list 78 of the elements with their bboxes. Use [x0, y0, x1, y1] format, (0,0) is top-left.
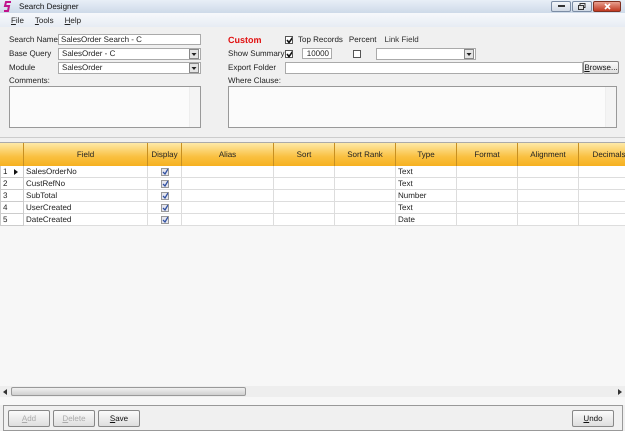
- checkbox[interactable]: [160, 180, 168, 188]
- menu-item[interactable]: Help: [64, 16, 82, 24]
- action-button[interactable]: Save: [98, 410, 140, 427]
- close-icon: [604, 3, 610, 10]
- column-header[interactable]: Field: [24, 143, 148, 166]
- minimize-button[interactable]: [551, 1, 571, 12]
- minimize-icon: [558, 5, 564, 8]
- field-label: Comments:: [9, 76, 51, 85]
- checkbox-label: Show Summary: [228, 49, 285, 58]
- column-header[interactable]: Sort Rank: [335, 143, 396, 166]
- field-label: Module: [9, 63, 36, 72]
- top-records-field[interactable]: 10000: [302, 48, 332, 59]
- column-header[interactable]: Type: [396, 143, 457, 166]
- field-label: Where Clause:: [228, 76, 282, 85]
- checkbox[interactable]: [160, 204, 168, 212]
- checkbox[interactable]: [285, 36, 293, 44]
- column-header[interactable]: Display: [148, 143, 182, 166]
- menu-item[interactable]: Tools: [34, 16, 54, 24]
- checkbox[interactable]: [160, 192, 168, 200]
- checkbox[interactable]: [160, 168, 168, 176]
- column-header[interactable]: Decimals: [579, 143, 625, 166]
- table-cell: UserCreated: [24, 202, 148, 214]
- table-cell: SalesOrderNo: [24, 166, 148, 178]
- base-query-dropdown[interactable]: SalesOrder - C: [58, 48, 201, 60]
- row-header[interactable]: 5: [0, 214, 24, 226]
- row-number: 5: [3, 215, 8, 224]
- comments-field[interactable]: [9, 86, 201, 128]
- checkbox-label: Percent: [348, 35, 376, 44]
- row-number: 2: [3, 179, 8, 188]
- link-field-dropdown[interactable]: [376, 48, 476, 60]
- undo-button[interactable]: Undo: [572, 410, 614, 427]
- column-header[interactable]: Alias: [182, 143, 274, 166]
- column-header[interactable]: Format: [457, 143, 518, 166]
- current-row-icon: [14, 168, 18, 174]
- row-number: 4: [3, 203, 8, 212]
- restore-icon: [578, 3, 586, 10]
- table-cell: Number: [396, 190, 457, 202]
- row-header[interactable]: 4: [0, 202, 24, 214]
- checkbox[interactable]: [285, 50, 293, 58]
- search-name-field[interactable]: SalesOrder Search - C: [58, 34, 201, 45]
- app-logo-icon: [3, 1, 13, 12]
- row-header[interactable]: 2: [0, 178, 24, 190]
- scroll-right-icon: [618, 388, 622, 394]
- browse-button[interactable]: Browse...: [583, 61, 619, 74]
- row-number: 3: [3, 191, 8, 200]
- row-header[interactable]: 3: [0, 190, 24, 202]
- scroll-thumb[interactable]: [11, 387, 246, 396]
- export-folder-field[interactable]: [285, 62, 583, 74]
- scrollbar[interactable]: [605, 87, 616, 127]
- table-cell: Text: [396, 178, 457, 190]
- table-cell: DateCreated: [24, 214, 148, 226]
- column-header[interactable]: Sort: [274, 143, 335, 166]
- table-cell: SubTotal: [24, 190, 148, 202]
- row-number: 1: [3, 167, 8, 176]
- field-label: Base Query: [9, 49, 52, 58]
- restore-button[interactable]: [572, 1, 592, 12]
- module-dropdown[interactable]: SalesOrder: [58, 62, 201, 74]
- table-cell: CustRefNo: [24, 178, 148, 190]
- checkbox-label: Top Records: [298, 35, 343, 44]
- field-label: Link Field: [384, 35, 419, 44]
- table-cell: Date: [396, 214, 457, 226]
- corner-header: [0, 143, 24, 166]
- table-cell: Text: [396, 166, 457, 178]
- close-button[interactable]: [593, 1, 621, 12]
- menu-item[interactable]: File: [11, 16, 24, 24]
- column-header[interactable]: Alignment: [518, 143, 579, 166]
- horizontal-scrollbar[interactable]: [0, 386, 625, 397]
- field-label: Export Folder: [228, 63, 278, 72]
- table-cell: Text: [396, 202, 457, 214]
- checkbox[interactable]: [160, 216, 168, 224]
- scrollbar[interactable]: [189, 87, 200, 127]
- checkbox[interactable]: [353, 50, 361, 58]
- where-clause-field[interactable]: [228, 86, 617, 128]
- field-label: Search Name: [9, 35, 58, 44]
- custom-label: Custom: [228, 34, 262, 44]
- window-title: Search Designer: [19, 2, 79, 11]
- row-header[interactable]: 1: [0, 166, 24, 178]
- scroll-left-icon: [3, 388, 7, 394]
